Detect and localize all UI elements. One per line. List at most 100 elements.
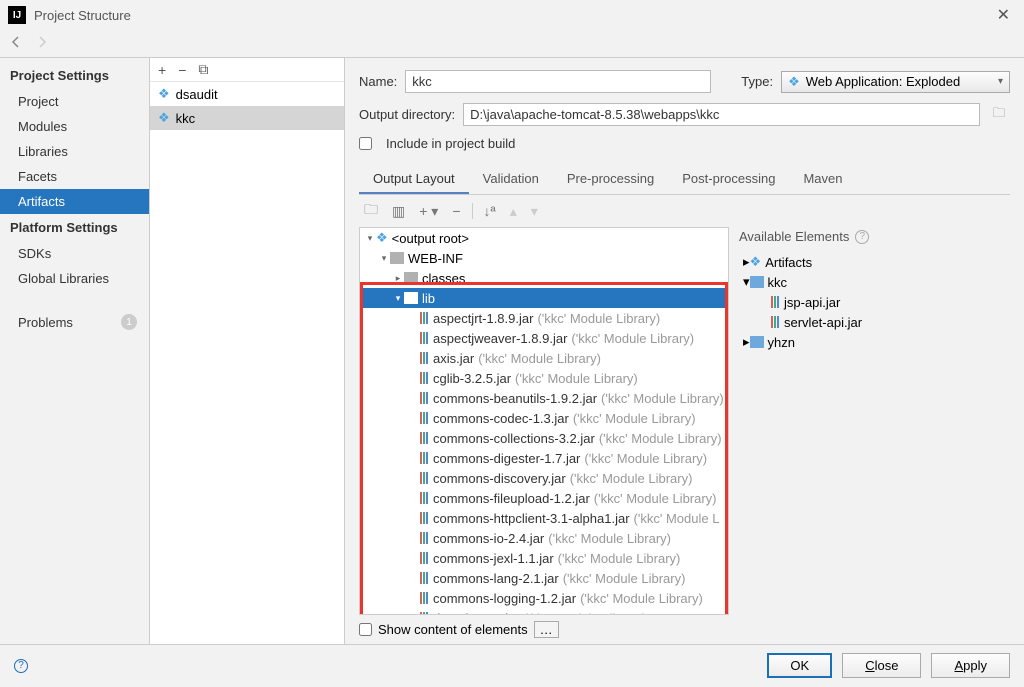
tree-lib[interactable]: ▾ lib (360, 288, 728, 308)
add-copy-icon[interactable]: + ▾ (416, 203, 441, 220)
show-content-checkbox[interactable] (359, 623, 372, 636)
sidebar-item-artifacts[interactable]: Artifacts (0, 189, 149, 214)
sidebar-item-project[interactable]: Project (0, 89, 149, 114)
tree-lib-item[interactable]: dom4j-1.6.1.jar('kkc' Module Library) (360, 608, 728, 614)
apply-button[interactable]: Apply (931, 653, 1010, 678)
name-input[interactable] (405, 70, 711, 93)
ok-button[interactable]: OK (767, 653, 832, 678)
type-value: Web Application: Exploded (806, 74, 992, 89)
sidebar-item-global-libraries[interactable]: Global Libraries (0, 266, 149, 291)
avail-kkc[interactable]: ▾ kkc (739, 272, 1010, 292)
lib-note: ('kkc' Module Library) (570, 471, 693, 486)
tree-classes[interactable]: ▸ classes (360, 268, 728, 288)
tree-lib-item[interactable]: commons-digester-1.7.jar('kkc' Module Li… (360, 448, 728, 468)
help-icon[interactable]: ? (14, 659, 28, 673)
new-archive-icon[interactable]: ▥ (389, 203, 408, 220)
sort-icon[interactable]: ↓ª (481, 203, 499, 219)
tree-lib-item[interactable]: commons-lang-2.1.jar('kkc' Module Librar… (360, 568, 728, 588)
avail-artifacts[interactable]: ▸ ❖ Artifacts (739, 252, 1010, 272)
type-select[interactable]: ❖ Web Application: Exploded ▾ (781, 71, 1010, 93)
lib-name: commons-lang-2.1.jar (433, 571, 559, 586)
chevron-down-icon: ▾ (392, 293, 404, 304)
lib-note: ('kkc' Module Library) (594, 491, 717, 506)
lib-note: ('kkc' Module Library) (571, 331, 694, 346)
close-button[interactable]: Close (842, 653, 921, 678)
lib-name: aspectjweaver-1.8.9.jar (433, 331, 567, 346)
app-icon: IJ (8, 6, 26, 24)
artifact-tabs: Output Layout Validation Pre-processing … (359, 165, 1010, 195)
lib-name: commons-collections-3.2.jar (433, 431, 595, 446)
help-icon[interactable]: ? (855, 230, 869, 244)
tab-output-layout[interactable]: Output Layout (359, 165, 469, 194)
sidebar-item-libraries[interactable]: Libraries (0, 139, 149, 164)
avail-label: kkc (768, 275, 788, 290)
tab-preprocessing[interactable]: Pre-processing (553, 165, 668, 194)
new-folder-icon[interactable]: 🗀 (361, 199, 381, 223)
tree-lib-item[interactable]: commons-io-2.4.jar('kkc' Module Library) (360, 528, 728, 548)
back-icon[interactable] (8, 34, 24, 53)
artifact-item-kkc[interactable]: ❖ kkc (150, 106, 344, 130)
lib-name: commons-beanutils-1.9.2.jar (433, 391, 597, 406)
tree-lib-item[interactable]: commons-discovery.jar('kkc' Module Libra… (360, 468, 728, 488)
artifact-label: dsaudit (176, 87, 218, 102)
tree-output-root[interactable]: ▾ ❖ <output root> (360, 228, 728, 248)
remove-icon[interactable]: − (178, 62, 186, 78)
lib-note: ('kkc' Module Library) (573, 411, 696, 426)
tab-maven[interactable]: Maven (789, 165, 856, 194)
output-layout-tree[interactable]: ▾ ❖ <output root> ▾ WEB-INF ▸ classes (359, 227, 729, 615)
sidebar-item-modules[interactable]: Modules (0, 114, 149, 139)
sidebar-item-sdks[interactable]: SDKs (0, 241, 149, 266)
tree-lib-item[interactable]: commons-httpclient-3.1-alpha1.jar('kkc' … (360, 508, 728, 528)
tree-lib-item[interactable]: commons-fileupload-1.2.jar ('kkc' Module … (360, 488, 728, 508)
tree-webinf[interactable]: ▾ WEB-INF (360, 248, 728, 268)
tree-lib-item[interactable]: commons-collections-3.2.jar('kkc' Module… (360, 428, 728, 448)
lib-note: ('kkc' Module Library) (524, 611, 647, 615)
close-icon[interactable]: ✕ (991, 5, 1016, 25)
tree-lib-item[interactable]: commons-logging-1.2.jar('kkc' Module Lib… (360, 588, 728, 608)
copy-icon[interactable]: ⧉ (198, 61, 208, 78)
avail-yhzn[interactable]: ▸ yhzn (739, 332, 1010, 352)
include-build-checkbox[interactable] (359, 137, 372, 150)
sidebar-item-problems[interactable]: Problems 1 (0, 309, 149, 335)
up-icon[interactable]: ▴ (507, 203, 520, 220)
chevron-right-icon: ▸ (392, 273, 404, 284)
sidebar-item-facets[interactable]: Facets (0, 164, 149, 189)
lib-name: commons-fileupload-1.2.jar (433, 491, 590, 506)
tree-lib-item[interactable]: cglib-3.2.5.jar('kkc' Module Library) (360, 368, 728, 388)
remove-item-icon[interactable]: − (449, 203, 463, 219)
tab-postprocessing[interactable]: Post-processing (668, 165, 789, 194)
tree-lib-item[interactable]: commons-beanutils-1.9.2.jar('kkc' Module… (360, 388, 728, 408)
down-icon[interactable]: ▾ (528, 203, 541, 220)
artifact-item-dsaudit[interactable]: ❖ dsaudit (150, 82, 344, 106)
jar-icon (420, 352, 429, 364)
module-icon (750, 336, 764, 348)
tree-label: lib (422, 291, 435, 306)
tree-lib-item[interactable]: aspectjweaver-1.8.9.jar ('kkc' Module Lib… (360, 328, 728, 348)
title-bar: IJ Project Structure ✕ (0, 0, 1024, 30)
lib-name: commons-digester-1.7.jar (433, 451, 580, 466)
nav-bar (0, 30, 1024, 58)
options-button[interactable]: … (534, 621, 559, 638)
browse-icon[interactable]: 🗀 (988, 104, 1010, 126)
artifacts-icon: ❖ (750, 254, 762, 270)
tree-lib-item[interactable]: aspectjrt-1.8.9.jar('kkc' Module Library… (360, 308, 728, 328)
name-label: Name: (359, 74, 397, 89)
tree-lib-item[interactable]: axis.jar('kkc' Module Library) (360, 348, 728, 368)
output-root-icon: ❖ (376, 230, 388, 246)
avail-jsp[interactable]: jsp-api.jar (739, 292, 1010, 312)
forward-icon[interactable] (34, 34, 50, 53)
tree-lib-item[interactable]: commons-jexl-1.1.jar('kkc' Module Librar… (360, 548, 728, 568)
add-icon[interactable]: + (158, 62, 166, 78)
available-elements-panel: Available Elements ? ▸ ❖ Artifacts ▾ kkc (729, 227, 1010, 615)
jar-icon (420, 332, 429, 344)
avail-label: servlet-api.jar (784, 315, 862, 330)
web-icon: ❖ (158, 110, 170, 126)
jar-icon (420, 472, 429, 484)
tab-validation[interactable]: Validation (469, 165, 553, 194)
folder-icon (404, 272, 418, 284)
tree-lib-item[interactable]: commons-codec-1.3.jar('kkc' Module Libra… (360, 408, 728, 428)
output-directory-input[interactable] (463, 103, 980, 126)
avail-servlet[interactable]: servlet-api.jar (739, 312, 1010, 332)
avail-label: jsp-api.jar (784, 295, 840, 310)
layout-toolbar: 🗀 ▥ + ▾ − ↓ª ▴ ▾ (359, 195, 1010, 227)
